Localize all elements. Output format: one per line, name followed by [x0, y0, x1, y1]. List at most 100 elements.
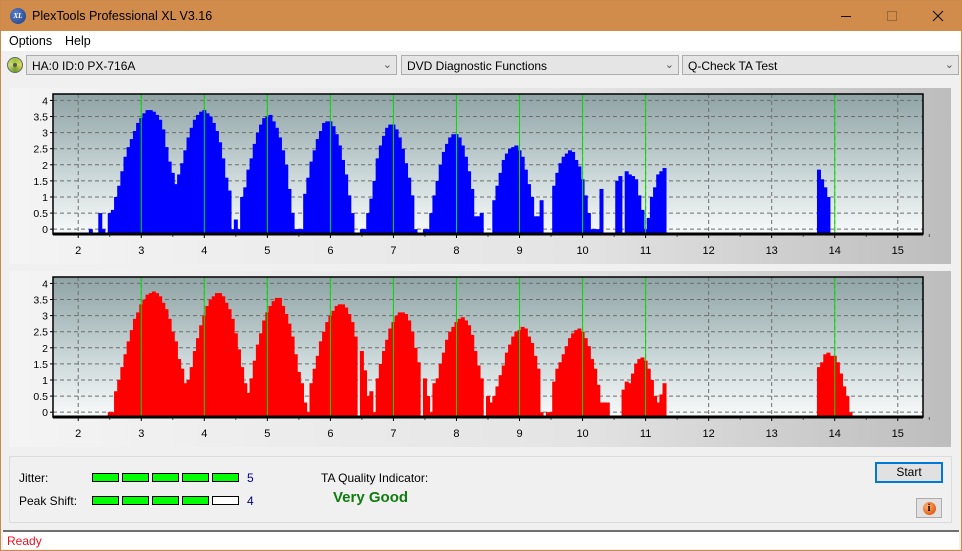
title-bar: XL PlexTools Professional XL V3.16	[1, 1, 961, 31]
bar	[479, 378, 484, 417]
bar	[605, 402, 610, 417]
menu-options[interactable]: Options	[9, 34, 52, 48]
ta-quality-value: Very Good	[333, 489, 409, 506]
bar	[479, 213, 484, 234]
bar	[353, 336, 358, 417]
x-tick-label: 12	[703, 245, 715, 257]
y-tick-label: 2.5	[33, 144, 48, 156]
info-button[interactable]: i	[916, 498, 942, 518]
x-tick-label: 14	[829, 245, 841, 257]
test-select-value: Q-Check TA Test	[688, 59, 778, 73]
y-tick-label: 4	[42, 95, 48, 107]
x-tick-label: 2	[75, 428, 81, 440]
xl-logo-icon: XL	[10, 8, 26, 24]
lands-chart-panel: 0 0.5 1 1.5 2 2.5 3 3.5 4 2 3 4 5 6 7 8 9 10 11 12 13 14 15	[9, 88, 951, 264]
bar	[618, 176, 623, 234]
y-tick-label: 0	[42, 407, 48, 419]
x-tick-label: 10	[576, 245, 588, 257]
chevron-down-icon: ⌄	[664, 59, 674, 71]
x-tick-label: 7	[390, 245, 396, 257]
x-tick-label: 6	[327, 428, 333, 440]
bar	[826, 196, 831, 234]
window-title: PlexTools Professional XL V3.16	[32, 9, 213, 23]
meter-segment	[122, 473, 149, 482]
status-bar: Ready	[3, 530, 959, 549]
y-tick-label: 2	[42, 343, 48, 355]
y-tick-label: 1	[42, 192, 48, 204]
status-text: Ready	[7, 534, 42, 548]
bar	[416, 362, 421, 417]
minimize-button[interactable]	[823, 1, 869, 31]
results-panel	[9, 456, 952, 523]
drive-select[interactable]: HA:0 ID:0 PX-716A ⌄	[26, 55, 397, 75]
info-icon: i	[922, 501, 936, 515]
meter-segment	[152, 496, 179, 505]
meter-segment	[182, 496, 209, 505]
chevron-down-icon: ⌄	[944, 59, 954, 71]
bar	[662, 168, 667, 234]
x-tick-label: 5	[264, 245, 270, 257]
meter-segment	[122, 496, 149, 505]
x-tick-label: 2	[75, 245, 81, 257]
maximize-button[interactable]	[869, 1, 915, 31]
bar	[536, 368, 541, 417]
y-tick-label: 0	[42, 224, 48, 236]
bar	[599, 188, 604, 234]
bar	[227, 190, 232, 234]
meter-segment	[152, 473, 179, 482]
main-window: XL PlexTools Professional XL V3.16 Optio…	[0, 0, 962, 551]
x-tick-label: 3	[138, 428, 144, 440]
x-tick-label: 14	[829, 428, 841, 440]
meter-segment	[212, 473, 239, 482]
y-tick-label: 3.5	[33, 295, 48, 307]
y-tick-label: 2.5	[33, 327, 48, 339]
y-tick-label: 0.5	[33, 208, 48, 220]
x-tick-label: 9	[516, 245, 522, 257]
menu-bar: Options Help	[1, 31, 961, 51]
close-button[interactable]	[915, 1, 961, 31]
x-tick-label: 3	[138, 245, 144, 257]
start-button[interactable]: Start	[875, 462, 943, 483]
meter-segment	[182, 473, 209, 482]
test-select[interactable]: Q-Check TA Test ⌄	[682, 55, 959, 75]
x-tick-label: 15	[892, 245, 904, 257]
minimize-icon	[841, 16, 851, 17]
lands-chart: 0 0.5 1 1.5 2 2.5 3 3.5 4 2 3 4 5 6 7 8 9 10 11 12 13 14 15	[33, 93, 930, 257]
x-tick-label: 4	[201, 428, 207, 440]
x-tick-label: 6	[327, 245, 333, 257]
jitter-label: Jitter:	[19, 471, 49, 485]
menu-help[interactable]: Help	[65, 34, 91, 48]
disc-icon	[7, 57, 23, 73]
x-tick-label: 4	[201, 245, 207, 257]
x-tick-label: 13	[766, 428, 778, 440]
function-select-value: DVD Diagnostic Functions	[407, 59, 548, 73]
y-tick-label: 4	[42, 278, 48, 290]
bar	[662, 383, 667, 417]
jitter-value: 5	[247, 471, 254, 485]
y-tick-label: 1.5	[33, 359, 48, 371]
bar	[350, 213, 355, 234]
y-tick-label: 3.5	[33, 112, 48, 124]
x-tick-label: 11	[640, 245, 651, 257]
toolbar: HA:0 ID:0 PX-716A ⌄ DVD Diagnostic Funct…	[1, 51, 961, 80]
peak-shift-label: Peak Shift:	[19, 494, 78, 508]
peak-shift-value: 4	[247, 494, 254, 508]
meter-segment	[92, 473, 119, 482]
y-tick-label: 1.5	[33, 176, 48, 188]
x-tick-label: 10	[576, 428, 588, 440]
chevron-down-icon: ⌄	[382, 59, 392, 71]
y-tick-label: 0.5	[33, 391, 48, 403]
drive-select-value: HA:0 ID:0 PX-716A	[32, 59, 136, 73]
y-tick-label: 3	[42, 128, 48, 140]
close-icon	[932, 10, 944, 22]
x-tick-label: 7	[390, 428, 396, 440]
function-select[interactable]: DVD Diagnostic Functions ⌄	[401, 55, 679, 75]
pits-chart-panel: 0 0.5 1 1.5 2 2.5 3 3.5 4 2 3 4 5 6 7 8 9 10 11 12 13 14 15	[9, 271, 951, 447]
meter-segment	[212, 496, 239, 505]
x-tick-label: 8	[453, 428, 459, 440]
meter-segment	[92, 496, 119, 505]
bar	[539, 200, 544, 234]
x-tick-label: 11	[640, 428, 651, 440]
y-tick-label: 3	[42, 311, 48, 323]
x-tick-label: 15	[892, 428, 904, 440]
